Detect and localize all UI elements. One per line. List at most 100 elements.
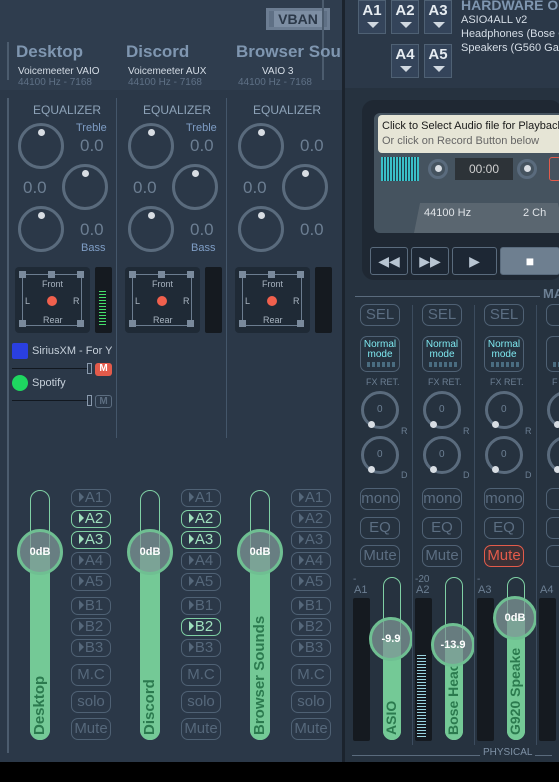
route-label: B2 — [194, 618, 214, 635]
mute-button[interactable]: Mute — [484, 545, 524, 567]
app-volume-slider[interactable] — [12, 368, 88, 369]
pan-pad[interactable]: Front Rear L R — [235, 267, 310, 333]
bass-knob[interactable] — [238, 206, 284, 252]
hardware-out-a1-button[interactable]: A1 — [358, 0, 386, 34]
route-button-a1[interactable]: A1 — [71, 489, 111, 507]
rewind-button[interactable]: ◀◀ — [370, 247, 408, 275]
mute-button[interactable]: Mute — [291, 718, 331, 740]
app-name[interactable]: SiriusXM - For Yo — [32, 345, 112, 357]
route-button-b1[interactable]: B1 — [71, 597, 111, 615]
treble-knob[interactable] — [18, 123, 64, 169]
app-volume-slider[interactable] — [12, 400, 88, 401]
record-button[interactable] — [549, 157, 559, 181]
reel-left-icon[interactable] — [428, 159, 448, 179]
mono-button[interactable]: m — [546, 488, 559, 510]
route-button-a3[interactable]: A3 — [291, 531, 331, 549]
fader-knob[interactable]: 0dB — [127, 529, 173, 575]
pan-position-dot[interactable] — [267, 296, 277, 306]
route-button-b1[interactable]: B1 — [181, 597, 221, 615]
playback-file-select[interactable]: Click to Select Audio file for Playback O… — [378, 115, 559, 153]
app-name[interactable]: Spotify — [32, 377, 112, 389]
pan-pad[interactable]: Front Rear L R — [125, 267, 200, 333]
route-button-b1[interactable]: B1 — [291, 597, 331, 615]
app-mute-button[interactable]: M — [95, 363, 112, 376]
treble-knob[interactable] — [128, 123, 174, 169]
route-button-a2[interactable]: A2 — [71, 510, 111, 528]
mute-button[interactable]: Mute — [181, 718, 221, 740]
mid-knob[interactable] — [172, 164, 218, 210]
route-button-a4[interactable]: A4 — [71, 552, 111, 570]
bass-knob[interactable] — [128, 206, 174, 252]
eq-button[interactable]: EQ — [360, 517, 400, 539]
pan-position-dot[interactable] — [157, 296, 167, 306]
solo-button[interactable]: solo — [291, 691, 331, 713]
knob-indicator — [258, 212, 265, 219]
hardware-out-a3-button[interactable]: A3 — [424, 0, 452, 34]
app-volume-handle[interactable] — [87, 395, 92, 406]
fast-forward-button[interactable]: ▶▶ — [411, 247, 449, 275]
route-button-b2[interactable]: B2 — [181, 618, 221, 636]
mute-button[interactable]: M — [546, 545, 559, 567]
route-button-a4[interactable]: A4 — [181, 552, 221, 570]
sel-button[interactable]: S — [546, 304, 559, 326]
mode-button[interactable]: Normal mode — [422, 336, 462, 372]
route-button-b3[interactable]: B3 — [181, 639, 221, 657]
route-button-a1[interactable]: A1 — [291, 489, 331, 507]
mute-button[interactable]: Mute — [422, 545, 462, 567]
app-volume-handle[interactable] — [87, 363, 92, 374]
route-button-a3[interactable]: A3 — [71, 531, 111, 549]
pan-pad[interactable]: Front Rear L R — [15, 267, 90, 333]
route-button-a1[interactable]: A1 — [181, 489, 221, 507]
play-button[interactable]: ▶ — [452, 247, 497, 275]
sel-button[interactable]: SEL — [360, 304, 400, 326]
sel-button[interactable]: SEL — [422, 304, 462, 326]
route-button-b3[interactable]: B3 — [71, 639, 111, 657]
route-label: B1 — [304, 597, 324, 614]
treble-knob[interactable] — [238, 123, 284, 169]
bus-fader-knob[interactable]: 0dB — [493, 595, 537, 640]
mc-button[interactable]: M.C — [71, 664, 111, 686]
route-button-b3[interactable]: B3 — [291, 639, 331, 657]
bus-level-meter — [415, 598, 432, 741]
route-button-a5[interactable]: A5 — [181, 573, 221, 591]
mute-button[interactable]: Mute — [360, 545, 400, 567]
route-button-a5[interactable]: A5 — [71, 573, 111, 591]
mc-button[interactable]: M.C — [181, 664, 221, 686]
sel-button[interactable]: SEL — [484, 304, 524, 326]
solo-button[interactable]: solo — [181, 691, 221, 713]
mode-button[interactable]: Normal mode — [484, 336, 524, 372]
eq-button[interactable]: EQ — [484, 517, 524, 539]
solo-button[interactable]: solo — [71, 691, 111, 713]
bus-fader-knob[interactable]: -9.9 — [369, 616, 413, 661]
route-button-a5[interactable]: A5 — [291, 573, 331, 591]
fader-knob[interactable]: 0dB — [17, 529, 63, 575]
stop-button[interactable]: ■ — [500, 247, 559, 275]
level-meter — [95, 267, 112, 333]
bass-knob[interactable] — [18, 206, 64, 252]
mode-button[interactable]: Normal mode — [360, 336, 400, 372]
route-button-a3[interactable]: A3 — [181, 531, 221, 549]
pan-position-dot[interactable] — [47, 296, 57, 306]
hardware-out-a5-button[interactable]: A5 — [424, 44, 452, 78]
mid-knob[interactable] — [62, 164, 108, 210]
hardware-out-a4-button[interactable]: A4 — [391, 44, 419, 78]
mono-button[interactable]: mono — [360, 488, 400, 510]
reel-right-icon[interactable] — [517, 159, 537, 179]
mute-button[interactable]: Mute — [71, 718, 111, 740]
eq-button[interactable]: EQ — [422, 517, 462, 539]
mono-button[interactable]: mono — [484, 488, 524, 510]
route-button-a2[interactable]: A2 — [291, 510, 331, 528]
mc-button[interactable]: M.C — [291, 664, 331, 686]
vban-button[interactable]: VBAN — [266, 8, 330, 30]
app-mute-button[interactable]: M — [95, 395, 112, 408]
route-button-a2[interactable]: A2 — [181, 510, 221, 528]
fader-knob[interactable]: 0dB — [237, 529, 283, 575]
mode-button[interactable]: Nn — [546, 336, 559, 372]
eq-button[interactable]: E — [546, 517, 559, 539]
mono-button[interactable]: mono — [422, 488, 462, 510]
mid-knob[interactable] — [282, 164, 328, 210]
route-button-b2[interactable]: B2 — [291, 618, 331, 636]
hardware-out-a2-button[interactable]: A2 — [391, 0, 419, 34]
route-button-b2[interactable]: B2 — [71, 618, 111, 636]
route-button-a4[interactable]: A4 — [291, 552, 331, 570]
